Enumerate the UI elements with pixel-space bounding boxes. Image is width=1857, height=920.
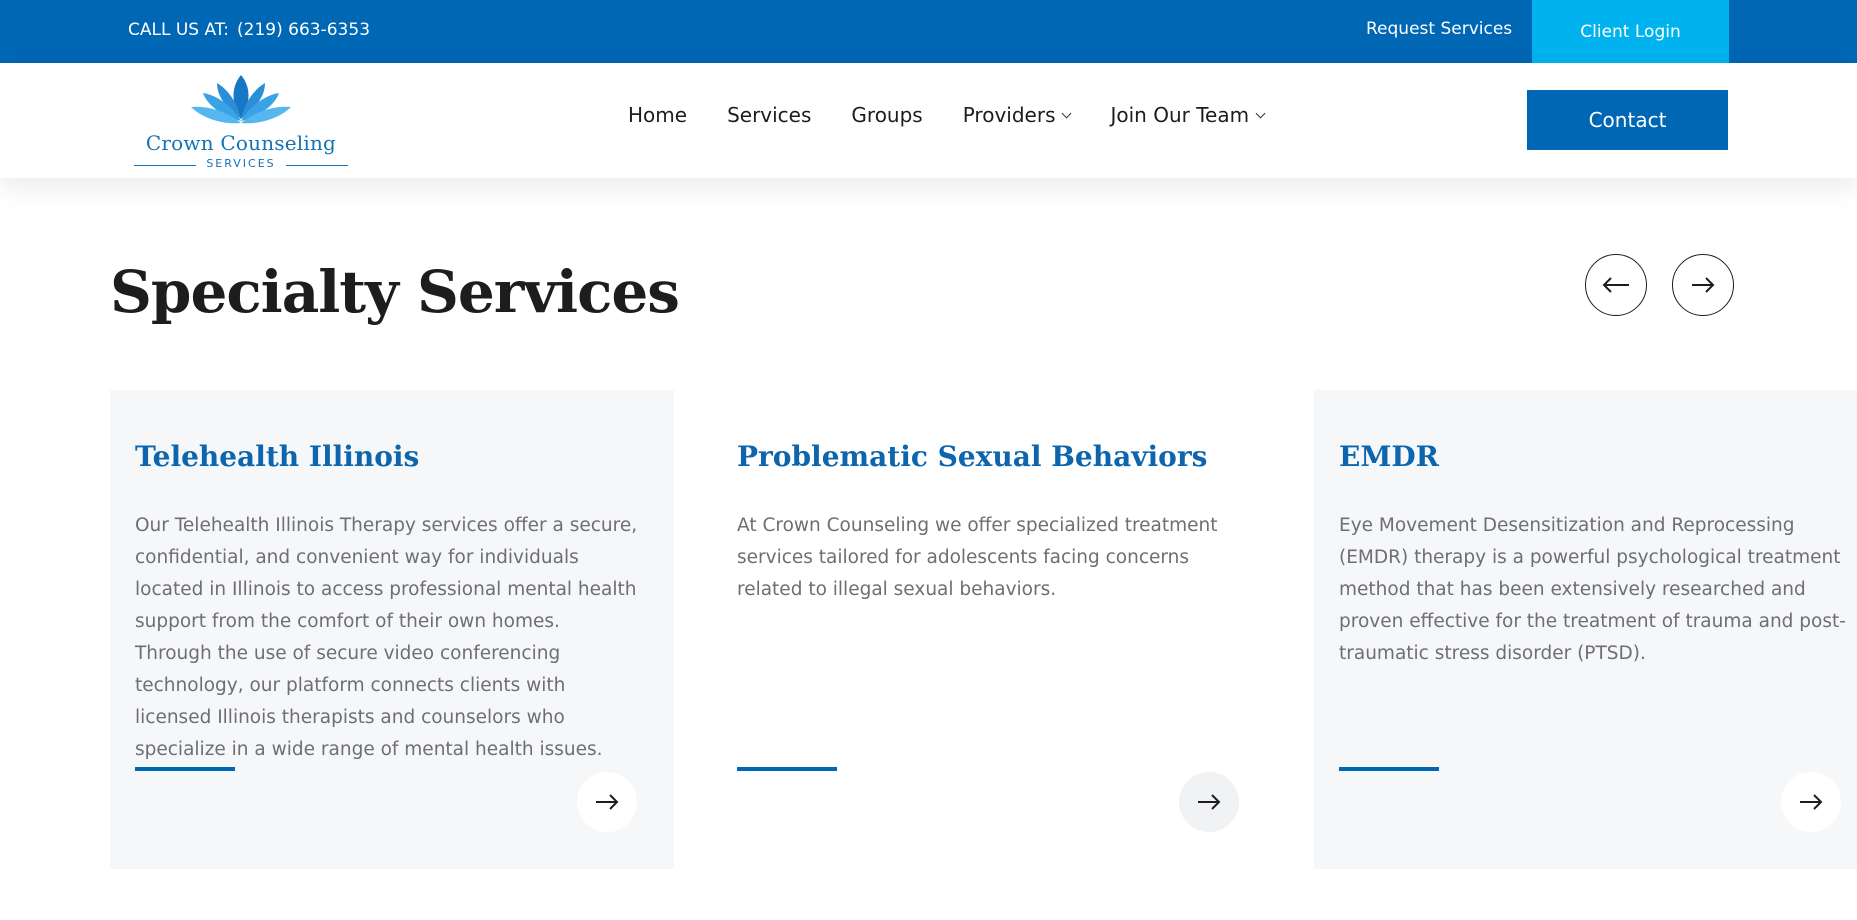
service-card-emdr[interactable]: EMDR Eye Movement Desensitization and Re… bbox=[1314, 390, 1857, 869]
card-title[interactable]: EMDR bbox=[1339, 440, 1439, 473]
arrow-right-icon bbox=[1692, 277, 1715, 293]
chevron-down-icon bbox=[1062, 108, 1072, 118]
section-title: Specialty Services bbox=[110, 258, 680, 326]
call-label: CALL US AT: bbox=[128, 20, 230, 40]
arrow-right-icon bbox=[596, 794, 619, 810]
arrow-right-icon bbox=[1800, 794, 1823, 810]
main-nav: Home Services Groups Providers Join Our … bbox=[628, 103, 1266, 127]
call-us: CALL US AT: (219) 663-6353 bbox=[128, 20, 370, 40]
nav-join-our-team[interactable]: Join Our Team bbox=[1110, 103, 1266, 127]
card-accent-line bbox=[1339, 767, 1439, 771]
carousel-prev-button[interactable] bbox=[1585, 254, 1647, 316]
lotus-icon bbox=[191, 75, 291, 124]
nav-home[interactable]: Home bbox=[628, 103, 687, 127]
service-card-psb[interactable]: Problematic Sexual Behaviors At Crown Co… bbox=[712, 390, 1276, 869]
card-arrow-button[interactable] bbox=[1179, 772, 1239, 832]
contact-button[interactable]: Contact bbox=[1527, 90, 1728, 150]
phone-link[interactable]: (219) 663-6353 bbox=[237, 20, 370, 40]
card-description: Our Telehealth Illinois Therapy services… bbox=[135, 515, 638, 760]
client-login-button[interactable]: Client Login bbox=[1532, 0, 1729, 63]
nav-groups[interactable]: Groups bbox=[851, 103, 922, 127]
logo-subtitle: SERVICES bbox=[132, 157, 350, 170]
site-header: Crown Counseling SERVICES Home Services … bbox=[0, 63, 1857, 178]
nav-services-label: Services bbox=[727, 103, 812, 127]
card-accent-line bbox=[135, 767, 235, 771]
nav-groups-label: Groups bbox=[851, 103, 923, 127]
card-description: At Crown Counseling we offer specialized… bbox=[737, 515, 1218, 600]
logo-name: Crown Counseling bbox=[145, 131, 337, 155]
nav-providers[interactable]: Providers bbox=[962, 103, 1072, 127]
top-bar: CALL US AT: (219) 663-6353 Request Servic… bbox=[0, 0, 1857, 63]
nav-home-label: Home bbox=[628, 103, 688, 127]
nav-services[interactable]: Services bbox=[727, 103, 811, 127]
card-title[interactable]: Problematic Sexual Behaviors bbox=[737, 440, 1207, 473]
nav-providers-label: Providers bbox=[962, 103, 1056, 127]
chevron-down-icon bbox=[1255, 108, 1266, 118]
logo[interactable]: Crown Counseling SERVICES bbox=[132, 73, 350, 173]
service-card-telehealth[interactable]: Telehealth Illinois Our Telehealth Illin… bbox=[110, 390, 674, 869]
card-title[interactable]: Telehealth Illinois bbox=[135, 440, 419, 473]
arrow-left-icon bbox=[1602, 277, 1629, 293]
card-accent-line bbox=[737, 767, 837, 771]
nav-join-label: Join Our Team bbox=[1110, 103, 1250, 127]
carousel-next-button[interactable] bbox=[1672, 254, 1734, 316]
arrow-right-icon bbox=[1198, 794, 1221, 810]
card-description: Eye Movement Desensitization and Reproce… bbox=[1339, 515, 1846, 664]
request-services-link[interactable]: Request Services bbox=[1366, 19, 1512, 39]
card-arrow-button[interactable] bbox=[1781, 772, 1841, 832]
card-arrow-button[interactable] bbox=[577, 772, 637, 832]
